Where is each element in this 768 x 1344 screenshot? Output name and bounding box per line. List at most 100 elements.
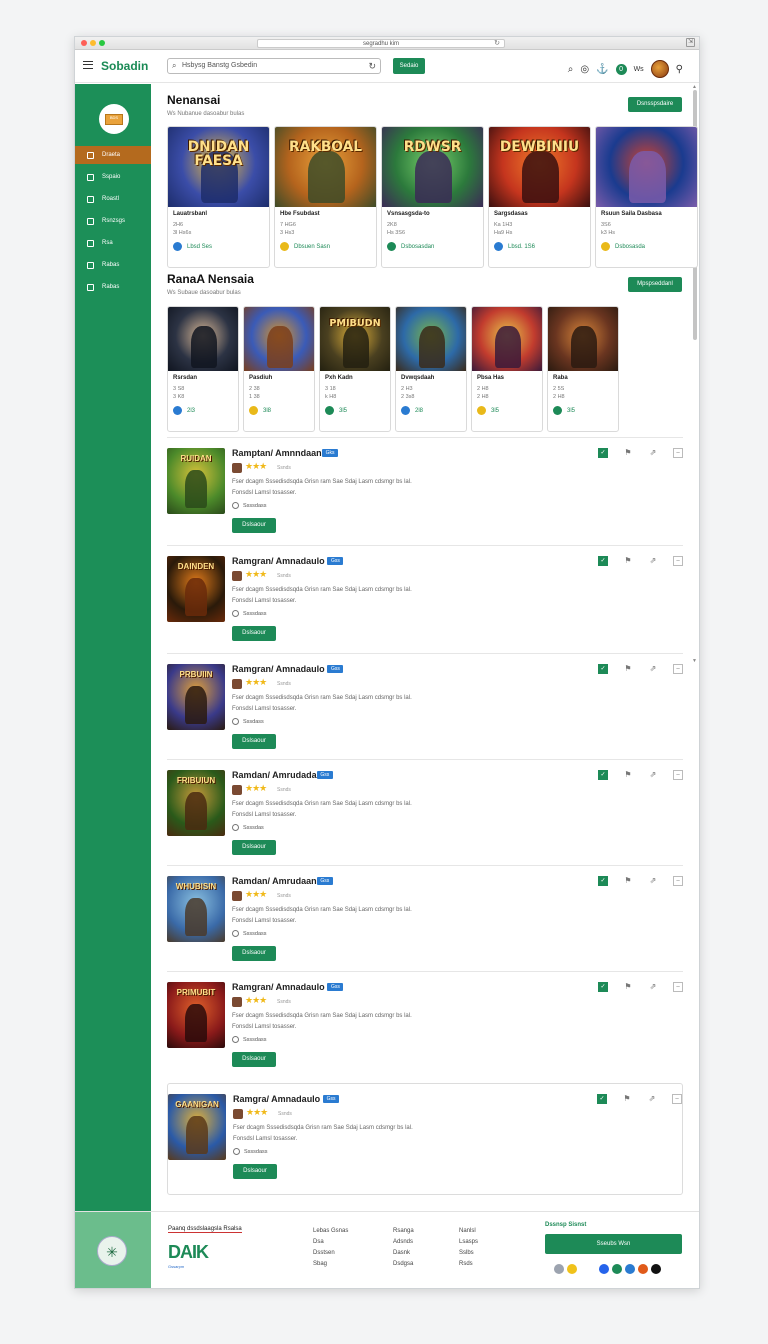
share-icon[interactable]: ⇗: [648, 664, 658, 674]
social-icon[interactable]: [567, 1264, 577, 1274]
card-image[interactable]: [548, 307, 618, 371]
game-card[interactable]: Rsrsdan 3 S8 3 K8 2l3: [167, 306, 239, 432]
footer-link[interactable]: Sbag: [313, 1259, 348, 1270]
menu-icon[interactable]: [83, 61, 93, 69]
game-card[interactable]: Dvwqsdaah 2 H3 2 3s8 2l8: [395, 306, 467, 432]
game-card[interactable]: Raba 2 5S 2 H8 3l5: [547, 306, 619, 432]
game-card[interactable]: PMIBUDN Pxh Kadn 3 18 k H8 3l5: [319, 306, 391, 432]
social-icon[interactable]: [638, 1264, 648, 1274]
anchor-icon[interactable]: ⚓: [596, 64, 608, 75]
more-icon[interactable]: –: [673, 876, 683, 886]
reload-icon[interactable]: ↻: [494, 40, 500, 48]
game-title[interactable]: Ramptan/ Amnndaan: [232, 448, 322, 458]
social-icon[interactable]: [651, 1264, 661, 1274]
download-button[interactable]: Dslsaour: [232, 626, 276, 641]
sidebar-item-roastl[interactable]: Roastl: [75, 190, 151, 208]
game-title[interactable]: Ramdan/ Amrudada: [232, 770, 317, 780]
download-button[interactable]: Dslsaour: [232, 518, 276, 533]
sidebar-item-rabas[interactable]: Rabas: [75, 256, 151, 274]
download-button[interactable]: Dslsaour: [232, 1052, 276, 1067]
flag-icon[interactable]: ⚑: [623, 448, 633, 458]
search-button[interactable]: Sedaio: [393, 58, 425, 74]
game-card[interactable]: Pbsa Has 2 H8 2 H8 3l5: [471, 306, 543, 432]
footer-brand[interactable]: DAIK: [168, 1242, 209, 1263]
card-image[interactable]: DEWBINIU: [489, 127, 590, 207]
download-button[interactable]: Dslsaour: [232, 734, 276, 749]
share-icon[interactable]: ⇗: [648, 876, 658, 886]
game-card[interactable]: RDWSR Vsnsasgsda-to 2K8 Hs 3S6 Dsbosasdan: [381, 126, 484, 268]
game-card[interactable]: RAKBOAL Hbe Fsubdast 7 HG6 3 Hs3 Dbsuen Sasn: [274, 126, 377, 268]
sidebar-item-rsa[interactable]: Rsa: [75, 234, 151, 252]
footer-link[interactable]: Dsdgsa: [393, 1259, 414, 1270]
flag-icon[interactable]: ⚑: [623, 770, 633, 780]
flag-icon[interactable]: ⚑: [623, 556, 633, 566]
share-icon[interactable]: ⇗: [647, 1094, 657, 1104]
compass-icon[interactable]: ✳: [97, 1236, 127, 1266]
card-image[interactable]: [168, 307, 238, 371]
sidebar-item-rsnzsgs[interactable]: Rsnzsgs: [75, 212, 151, 230]
refresh-icon[interactable]: ↻: [368, 59, 376, 73]
social-icon[interactable]: [554, 1264, 564, 1274]
search-input[interactable]: ⌕ Hsbysg Banstg Gsbedin ↻: [167, 58, 381, 74]
game-title[interactable]: Ramgran/ Amnadaulo: [232, 982, 325, 992]
game-title[interactable]: Ramgra/ Amnadaulo: [233, 1094, 320, 1104]
footer-link[interactable]: Rsds: [459, 1259, 478, 1270]
share-icon[interactable]: ⇗: [648, 770, 658, 780]
footer-link[interactable]: Lsasps: [459, 1237, 478, 1248]
game-thumbnail[interactable]: PRBUIIN: [167, 664, 225, 730]
pin-icon[interactable]: ⚲: [676, 64, 683, 75]
flag-icon[interactable]: ⚑: [622, 1094, 632, 1104]
globe-icon[interactable]: ◎: [580, 64, 589, 75]
more-icon[interactable]: –: [672, 1094, 682, 1104]
footer-link[interactable]: Adsnds: [393, 1237, 414, 1248]
minimize-icon[interactable]: [90, 40, 96, 46]
sidebar-logo[interactable]: BDS: [99, 104, 129, 134]
share-icon[interactable]: ⇗: [648, 556, 658, 566]
check-icon[interactable]: ✓: [598, 448, 608, 458]
scroll-down-icon[interactable]: ▼: [692, 658, 697, 664]
more-icon[interactable]: –: [673, 448, 683, 458]
download-button[interactable]: Dslsaour: [232, 946, 276, 961]
more-icon[interactable]: –: [673, 664, 683, 674]
game-card[interactable]: DEWBINIU Sargsdasas Ka 1H3 Ha9 Hs Lbsd. 1S6: [488, 126, 591, 268]
site-logo[interactable]: Sobadin: [101, 59, 148, 73]
game-card[interactable]: DNIDAN FAESA Lauatrsbanl 2H6 3l Hs6s Lbsd Se…: [167, 126, 270, 268]
sidebar-item-sspaio[interactable]: Sspaio: [75, 168, 151, 186]
notification-badge[interactable]: 0: [615, 63, 627, 75]
check-icon[interactable]: ✓: [598, 770, 608, 780]
section-button[interactable]: Mpspseddanl: [628, 277, 682, 292]
flag-icon[interactable]: ⚑: [623, 876, 633, 886]
footer-link[interactable]: Sslbs: [459, 1248, 478, 1259]
footer-link[interactable]: Nanlsl: [459, 1226, 478, 1237]
check-icon[interactable]: ✓: [598, 876, 608, 886]
footer-link[interactable]: Lebas Gsnas: [313, 1226, 348, 1237]
card-image[interactable]: RAKBOAL: [275, 127, 376, 207]
footer-link[interactable]: Dsstsen: [313, 1248, 348, 1259]
check-icon[interactable]: ✓: [598, 556, 608, 566]
check-icon[interactable]: ✓: [598, 982, 608, 992]
card-image[interactable]: [244, 307, 314, 371]
avatar[interactable]: [650, 60, 669, 78]
check-icon[interactable]: ✓: [598, 664, 608, 674]
card-image[interactable]: [472, 307, 542, 371]
game-card[interactable]: Rsuun Saila Dasbasa 3S6 k3 Hs Dsbosasda: [595, 126, 698, 268]
flag-icon[interactable]: ⚑: [623, 664, 633, 674]
close-icon[interactable]: [81, 40, 87, 46]
game-title[interactable]: Ramgran/ Amnadaulo: [232, 664, 325, 674]
card-image[interactable]: [396, 307, 466, 371]
game-card[interactable]: Pasdiuh 2 38 1 38 3l8: [243, 306, 315, 432]
more-icon[interactable]: –: [673, 982, 683, 992]
more-icon[interactable]: –: [673, 556, 683, 566]
card-image[interactable]: PMIBUDN: [320, 307, 390, 371]
game-thumbnail[interactable]: GAANIGAN: [168, 1094, 226, 1160]
share-icon[interactable]: ⇗: [648, 982, 658, 992]
game-thumbnail[interactable]: FRIBUIUN: [167, 770, 225, 836]
sidebar-item-draeta[interactable]: Draeta: [75, 146, 151, 164]
download-button[interactable]: Dslsaour: [232, 840, 276, 855]
card-image[interactable]: RDWSR: [382, 127, 483, 207]
flag-icon[interactable]: ⚑: [623, 982, 633, 992]
footer-link[interactable]: Dsa: [313, 1237, 348, 1248]
footer-link[interactable]: Rsanga: [393, 1226, 414, 1237]
game-thumbnail[interactable]: PRIMUBIT: [167, 982, 225, 1048]
social-icon[interactable]: [612, 1264, 622, 1274]
